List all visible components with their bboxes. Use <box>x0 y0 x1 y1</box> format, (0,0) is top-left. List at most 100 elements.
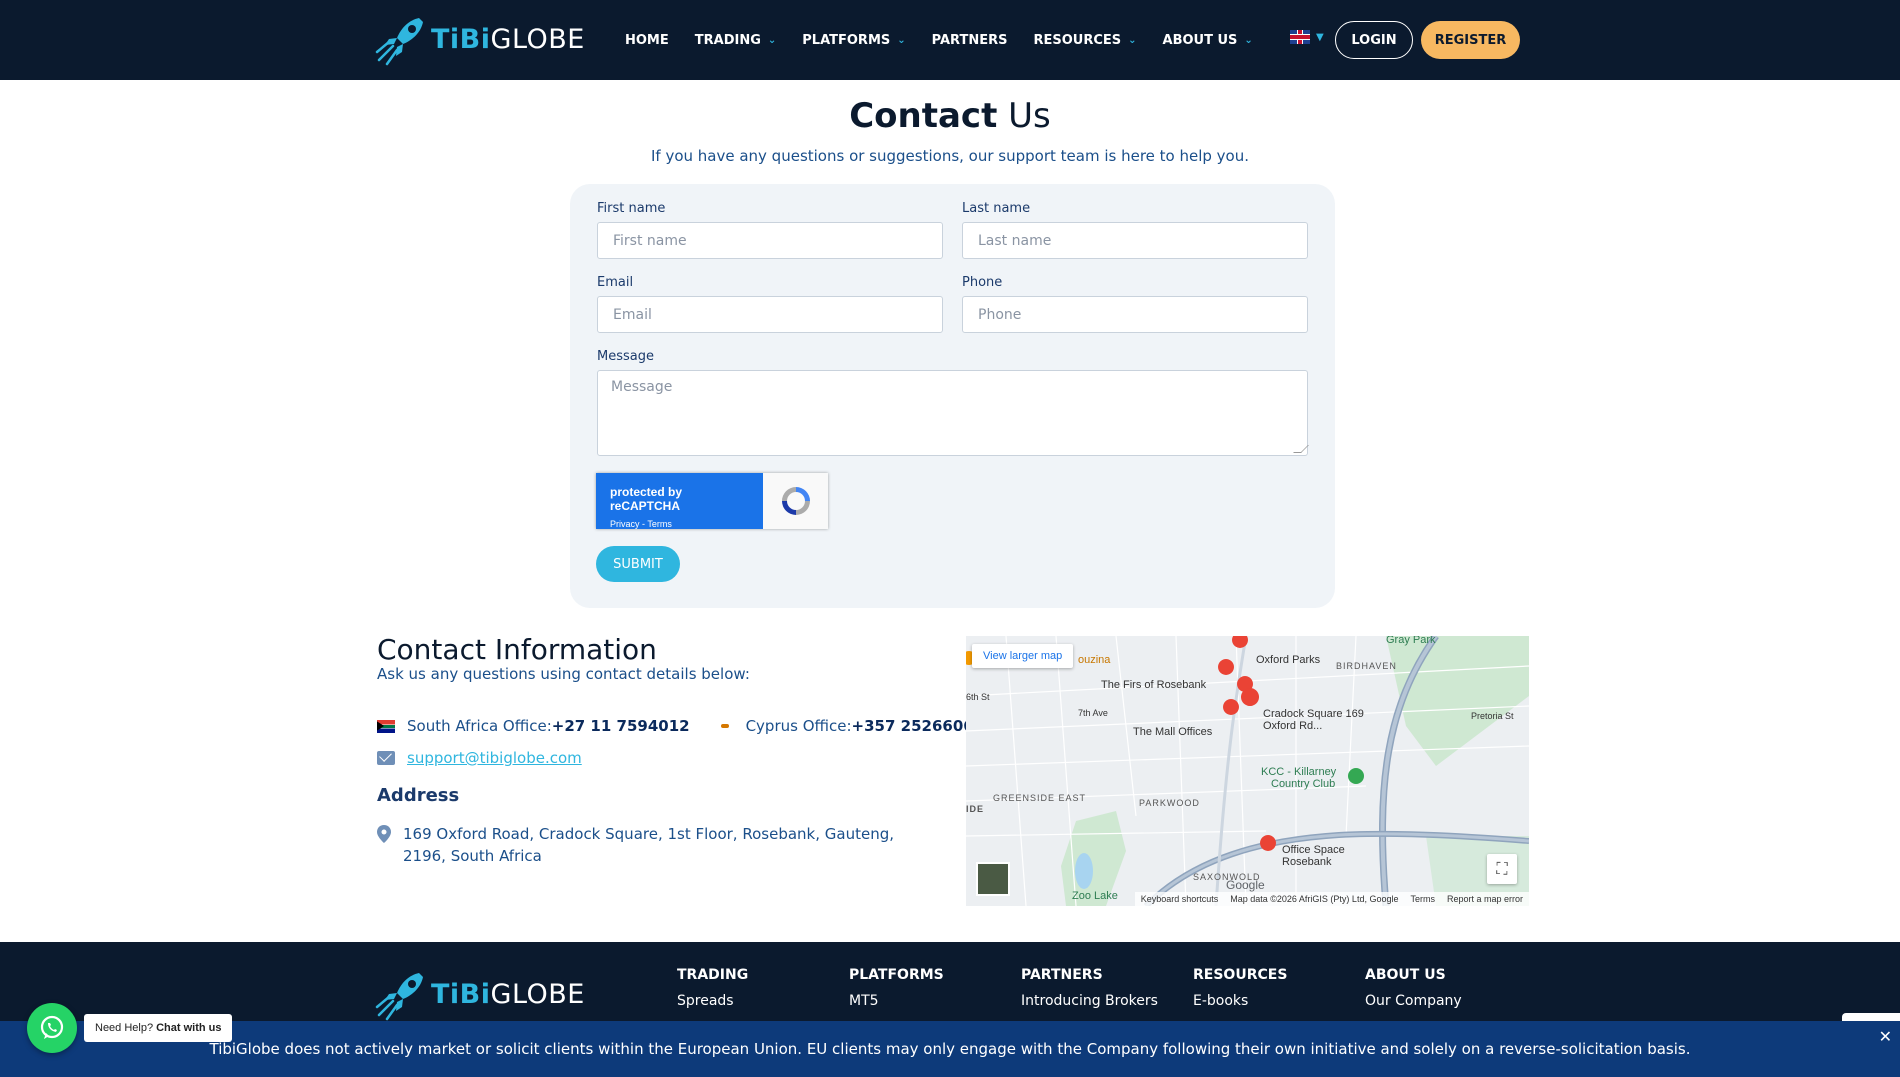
contact-info-subtitle: Ask us any questions using contact detai… <box>377 665 750 683</box>
view-larger-map-button[interactable]: View larger map <box>972 644 1074 668</box>
submit-button[interactable]: SUBMIT <box>596 546 680 582</box>
footer-heading: TRADING <box>677 967 749 983</box>
nav-home-label: HOME <box>625 32 669 48</box>
footer-heading: ABOUT US <box>1365 967 1446 983</box>
page-subtitle: If you have any questions or suggestions… <box>650 147 1250 165</box>
location-pin-icon <box>377 825 391 843</box>
eu-notice-banner: TibiGlobe does not actively market or so… <box>0 1021 1900 1077</box>
sa-office-phone[interactable]: +27 11 7594012 <box>552 717 690 735</box>
address-text: 169 Oxford Road, Cradock Square, 1st Flo… <box>403 825 894 865</box>
map-label-cradock: Cradock Square 169 <box>1263 708 1364 720</box>
nav-about-us[interactable]: ABOUT US ⌄ <box>1163 33 1253 48</box>
footer-heading: PARTNERS <box>1021 967 1103 983</box>
chevron-down-icon: ⌄ <box>767 34 777 46</box>
footer-link[interactable]: E-books <box>1193 993 1287 1009</box>
whatsapp-tip-prefix: Need Help? <box>95 1022 154 1034</box>
footer-logo-tibi: TiBi <box>431 978 491 1010</box>
footer-link[interactable]: Introducing Brokers <box>1021 993 1158 1009</box>
nav-about-label: ABOUT US <box>1162 32 1238 48</box>
whatsapp-tooltip[interactable]: Need Help? Chat with us <box>84 1014 233 1042</box>
language-selector[interactable]: ▼ <box>1290 30 1324 44</box>
register-button[interactable]: REGISTER <box>1421 21 1520 59</box>
login-button[interactable]: LOGIN <box>1335 21 1413 59</box>
email-label: Email <box>597 275 634 290</box>
keyboard-shortcuts-link[interactable]: Keyboard shortcuts <box>1141 894 1219 904</box>
recaptcha-links[interactable]: Privacy - Terms <box>610 519 749 529</box>
map-terms-link[interactable]: Terms <box>1410 894 1435 904</box>
fullscreen-icon[interactable]: ⛶ <box>1487 854 1517 884</box>
map-label-kcc-2: Country Club <box>1271 778 1336 790</box>
google-map[interactable]: Oxford Parks The Firs of Rosebank Cradoc… <box>966 636 1529 906</box>
top-navbar: TiBiGLOBE HOME TRADING ⌄ PLATFORMS ⌄ PARTN… <box>0 0 1900 80</box>
message-placeholder: Message <box>611 379 673 395</box>
map-label-pretoria-st: Pretoria St <box>1471 711 1514 721</box>
recaptcha-logo <box>763 473 828 529</box>
whatsapp-tip-bold: Chat with us <box>156 1022 222 1034</box>
email-row: support@tibiglobe.com <box>377 749 582 767</box>
page-title: Contact Us <box>0 96 1900 136</box>
map-label-ouzina: ouzina <box>1078 654 1111 666</box>
map-data-attribution: Map data ©2026 AfriGIS (Pty) Ltd, Google <box>1230 894 1399 904</box>
map-label-firs: The Firs of Rosebank <box>1101 679 1207 691</box>
footer-link[interactable]: Our Company <box>1365 993 1462 1009</box>
nav-trading-label: TRADING <box>694 32 761 48</box>
mail-icon <box>377 751 395 765</box>
cy-office-label: Cyprus Office: <box>745 717 852 735</box>
map-label-parkwood: PARKWOOD <box>1139 798 1200 808</box>
satellite-toggle[interactable] <box>976 862 1010 896</box>
recaptcha-badge[interactable]: protected by reCAPTCHA Privacy - Terms <box>596 473 828 529</box>
last-name-field[interactable]: Last name <box>962 222 1308 259</box>
google-logo: Google <box>1226 878 1265 892</box>
chevron-down-icon: ▼ <box>1316 31 1324 43</box>
recaptcha-panel: protected by reCAPTCHA Privacy - Terms <box>596 473 763 529</box>
map-label-office-space-2: Rosebank <box>1282 856 1332 868</box>
nav-partners[interactable]: PARTNERS <box>932 33 1008 48</box>
footer-link[interactable]: MT5 <box>849 993 944 1009</box>
cy-office-phone[interactable]: +357 25266066 <box>852 717 985 735</box>
footer-logo-globe: GLOBE <box>490 978 585 1010</box>
address-row: 169 Oxford Road, Cradock Square, 1st Flo… <box>377 823 937 867</box>
footer-logo[interactable]: TiBiGLOBE <box>375 967 585 1021</box>
sa-office-label: South Africa Office: <box>407 717 552 735</box>
last-name-label: Last name <box>962 201 1031 216</box>
map-label-zoo-lake: Zoo Lake <box>1072 890 1118 902</box>
logo-text-globe: GLOBE <box>490 23 585 55</box>
rocket-logo-icon <box>375 973 423 1021</box>
page-title-bold: Contact <box>849 96 998 136</box>
first-name-field[interactable]: First name <box>597 222 943 259</box>
whatsapp-button[interactable] <box>27 1003 77 1053</box>
map-label-mall: The Mall Offices <box>1133 726 1213 738</box>
nav-platforms[interactable]: PLATFORMS ⌄ <box>802 33 905 48</box>
footer-col-about: ABOUT US Our Company <box>1365 967 1462 1009</box>
map-label-greenside: GREENSIDE EAST <box>993 793 1087 803</box>
map-label-kcc: KCC - Killarney <box>1261 766 1337 778</box>
support-email-link[interactable]: support@tibiglobe.com <box>407 749 582 767</box>
phone-field[interactable]: Phone <box>962 296 1308 333</box>
footer-link[interactable]: Spreads <box>677 993 748 1009</box>
message-field[interactable]: Message <box>597 370 1309 456</box>
site-logo[interactable]: TiBiGLOBE <box>375 12 585 66</box>
footer-col-partners: PARTNERS Introducing Brokers <box>1021 967 1158 1009</box>
nav-trading[interactable]: TRADING ⌄ <box>695 33 777 48</box>
address-title: Address <box>377 785 460 806</box>
first-name-label: First name <box>597 201 666 216</box>
nav-platforms-label: PLATFORMS <box>802 32 891 48</box>
recaptcha-title: protected by reCAPTCHA <box>610 485 683 513</box>
close-icon[interactable]: ✕ <box>1879 1027 1892 1046</box>
nav-resources[interactable]: RESOURCES ⌄ <box>1033 33 1136 48</box>
footer-col-platforms: PLATFORMS MT5 <box>849 967 944 1009</box>
nav-home[interactable]: HOME <box>625 33 669 48</box>
map-label-ide: IDE <box>966 804 985 814</box>
message-label: Message <box>597 349 654 364</box>
nav-partners-label: PARTNERS <box>931 32 1008 48</box>
map-label-7th-ave: 7th Ave <box>1078 708 1108 718</box>
report-map-error-link[interactable]: Report a map error <box>1447 894 1523 904</box>
recaptcha-icon <box>781 487 810 515</box>
map-label-office-space: Office Space <box>1282 844 1345 856</box>
resize-handle-icon[interactable] <box>1293 445 1309 453</box>
map-canvas <box>966 636 1529 906</box>
logo-text-tibi: TiBi <box>431 23 491 55</box>
eu-notice-text: TibiGlobe does not actively market or so… <box>209 1040 1691 1058</box>
email-field[interactable]: Email <box>597 296 943 333</box>
main-menu: HOME TRADING ⌄ PLATFORMS ⌄ PARTNERS RESOUR… <box>625 0 1279 80</box>
